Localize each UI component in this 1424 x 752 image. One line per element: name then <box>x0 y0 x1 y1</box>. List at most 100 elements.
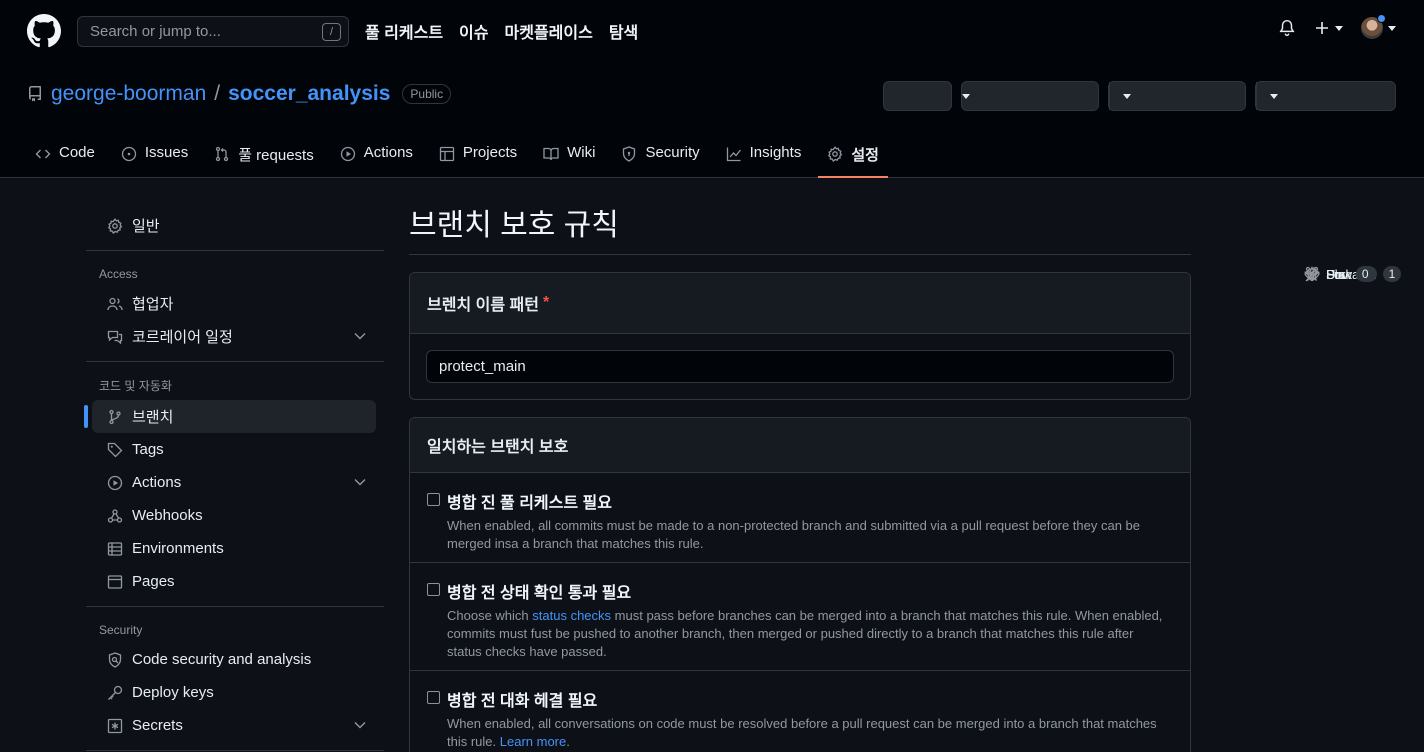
rule-desc-text: . <box>566 734 570 749</box>
repo-name-link[interactable]: soccer_analysis <box>228 82 390 106</box>
rule-desc-text: Choose which <box>447 608 533 623</box>
pin-button[interactable]: Pin <box>883 81 1345 282</box>
sidebar-item-webhooks[interactable]: Webhooks <box>92 499 376 532</box>
rule-description: When enabled, all commits must be made t… <box>447 518 1141 551</box>
rule-title: 병합 전 상태 확인 통과 필요 <box>447 585 632 602</box>
sidebar-item-copilot[interactable]: 코르레이어 일정 <box>92 320 376 353</box>
branch-pattern-input[interactable]: protect_main <box>426 350 1174 383</box>
user-menu-button[interactable] <box>1361 14 1396 39</box>
tab-code-label: Code <box>59 144 95 161</box>
sidebar-item-actions[interactable]: Actions <box>92 466 376 499</box>
protect-branches-box: 일치하는 브탠치 보호 병합 진 풀 리케스트 필요 When enabled,… <box>409 417 1191 752</box>
star-count: 0 <box>1355 266 1375 282</box>
branch-pattern-header: 브렌치 이름 패턴 * <box>410 273 1190 334</box>
protect-branches-header: 일치하는 브탠치 보호 <box>410 418 1190 473</box>
fork-button[interactable]: Fork 0 <box>1108 81 1377 282</box>
rule-require-pull-request: 병합 진 풀 리케스트 필요 When enabled, all commits… <box>410 473 1190 563</box>
chevron-down-icon <box>1269 93 1278 99</box>
sidebar-item-code-security[interactable]: Code security and analysis <box>92 643 376 676</box>
browser-icon <box>107 574 123 589</box>
star-button[interactable]: Star 0 <box>1255 81 1396 282</box>
graph-icon <box>726 147 741 162</box>
nav-pull-requests[interactable]: 풀 리케스트 <box>365 19 443 43</box>
require-status-checks-checkbox[interactable] <box>427 583 440 596</box>
visibility-badge: Public <box>402 84 452 104</box>
tab-code[interactable]: Code <box>35 140 104 178</box>
sidebar-item-deploy-keys[interactable]: Deploy keys <box>92 676 376 709</box>
nav-issues[interactable]: 이슈 <box>459 19 488 43</box>
sidebar-divider <box>86 250 384 251</box>
status-dot <box>1377 14 1386 23</box>
tag-icon <box>107 442 123 457</box>
sidebar-item-pages[interactable]: Pages <box>92 565 376 598</box>
tab-security-label: Security <box>645 144 700 161</box>
pull-request-icon <box>216 146 229 162</box>
fork-dropdown[interactable] <box>1109 82 1143 110</box>
rule-require-conversation-resolution: 병합 전 대화 헤결 필요 When enabled, all conversa… <box>410 671 1190 752</box>
tab-issues[interactable]: Issues <box>112 140 197 178</box>
key-asterisk-icon <box>107 718 123 733</box>
tab-projects[interactable]: Projects <box>430 140 526 178</box>
tab-settings-label: 설정 <box>851 147 879 164</box>
book-icon <box>543 147 559 161</box>
repo-tabs: Code Issues 풀 requests Actions Projects … <box>35 140 896 178</box>
search-input[interactable]: Search or jump to... / <box>77 16 349 47</box>
unwatch-button[interactable]: Unwatch 1 <box>961 81 1402 282</box>
sidebar-divider <box>86 361 384 362</box>
header-actions <box>1278 14 1396 39</box>
search-shortcut-badge: / <box>322 23 341 41</box>
require-conversation-resolution-checkbox[interactable] <box>427 691 440 704</box>
sidebar-divider <box>86 750 384 751</box>
tab-projects-label: Projects <box>462 144 518 161</box>
status-checks-link[interactable]: status checks <box>532 608 611 623</box>
tab-pull-requests[interactable]: 풀 requests <box>205 140 323 178</box>
tab-insights-label: Insights <box>749 144 802 161</box>
code-icon <box>35 149 51 159</box>
rule-title: 병합 진 풀 리케스트 필요 <box>447 495 612 512</box>
sidebar-item-collaborators[interactable]: 협업자 <box>92 287 376 320</box>
tab-wiki[interactable]: Wiki <box>534 140 604 178</box>
required-asterisk: * <box>542 294 550 311</box>
sidebar-item-tags[interactable]: Tags <box>92 433 376 466</box>
tab-actions-label: Actions <box>363 144 413 161</box>
repo-owner-link[interactable]: george-boorman <box>51 82 206 106</box>
learn-more-link[interactable]: Learn more <box>500 734 566 749</box>
sidebar-item-general[interactable]: 일반 <box>92 209 376 242</box>
nav-marketplace[interactable]: 마켓플레이스 <box>505 19 593 43</box>
tab-settings[interactable]: 설정 <box>818 140 888 178</box>
repo-actions: Pin Unwatch 1 Fork 0 Star 0 <box>883 81 1402 282</box>
tab-security[interactable]: Security <box>612 140 708 178</box>
sidebar-heading-access: Access <box>99 267 138 281</box>
codescan-icon <box>108 651 122 668</box>
nav-explore[interactable]: 탐색 <box>609 19 638 43</box>
sidebar-item-branches[interactable]: 브랜치 <box>84 400 376 433</box>
sidebar-item-label: Webhooks <box>132 507 203 524</box>
star-icon <box>1304 266 1320 282</box>
sidebar-item-label: Tags <box>132 441 164 458</box>
sidebar-item-secrets[interactable]: Secrets <box>92 709 376 742</box>
sidebar-item-environments[interactable]: Environments <box>92 532 376 565</box>
chevron-down-icon <box>962 93 970 99</box>
sidebar-item-label: Pages <box>132 573 175 590</box>
branch-pattern-label: 브렌치 이름 패턴 <box>427 297 539 314</box>
sidebar-heading-code-automation: 코드 및 자동화 <box>99 379 172 393</box>
create-new-button[interactable] <box>1314 20 1343 36</box>
repo-header: george-boorman / soccer_analysis Public … <box>0 62 1424 282</box>
tab-insights[interactable]: Insights <box>717 140 811 178</box>
gear-icon <box>828 146 843 162</box>
tab-actions[interactable]: Actions <box>331 140 422 178</box>
require-pull-request-checkbox[interactable] <box>427 493 440 506</box>
notifications-bell-icon[interactable] <box>1278 19 1296 37</box>
play-icon <box>107 475 123 490</box>
repo-separator: / <box>214 82 221 105</box>
github-logo-icon[interactable] <box>27 14 61 48</box>
server-icon <box>107 541 123 556</box>
sidebar-item-label: Secrets <box>132 717 183 734</box>
table-icon <box>439 146 455 162</box>
gear-icon <box>107 217 123 234</box>
plus-icon <box>1316 22 1328 34</box>
rule-description: When enabled, all conversations on code … <box>447 715 1170 751</box>
global-nav: 풀 리케스트 이슈 마켓플레이스 탐색 <box>365 19 638 43</box>
chevron-down-icon <box>354 479 366 486</box>
star-dropdown[interactable] <box>1256 82 1290 110</box>
